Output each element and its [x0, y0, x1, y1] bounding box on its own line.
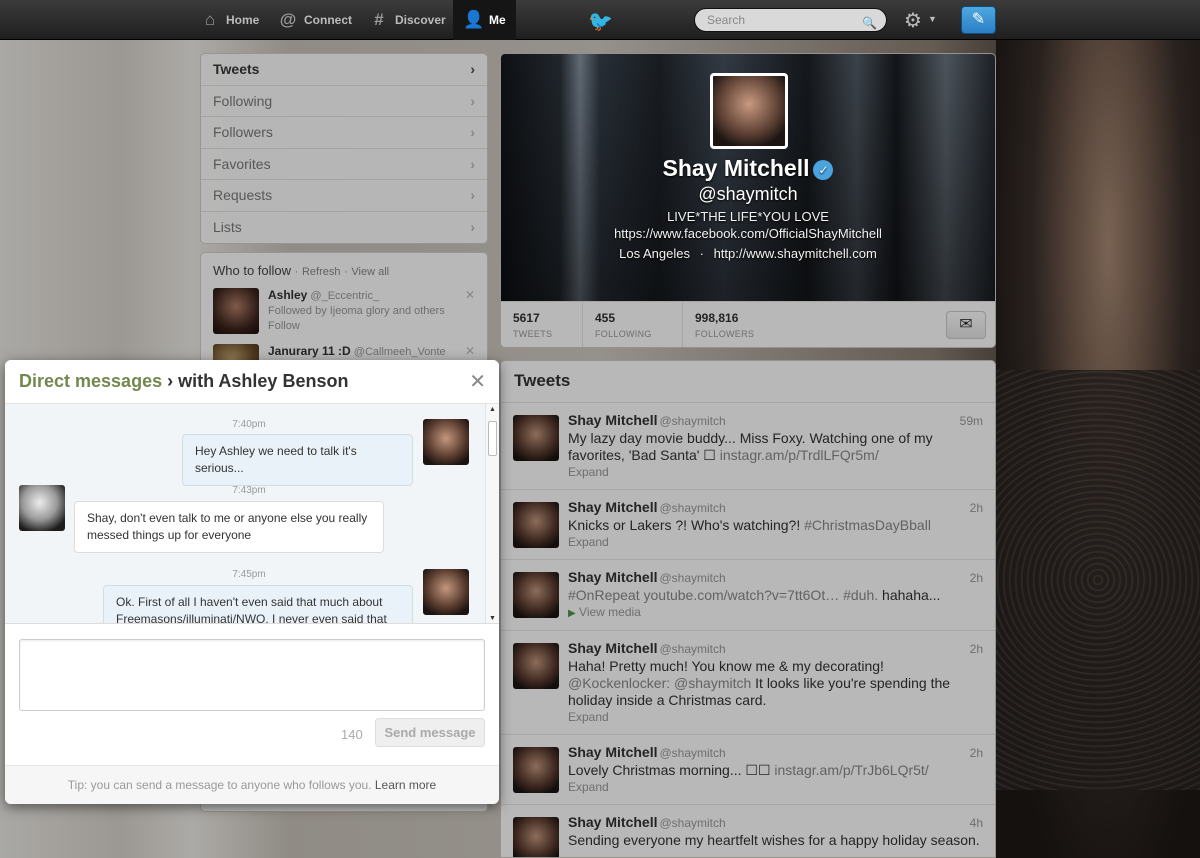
search-input[interactable]: Search 🔍 [694, 8, 887, 32]
hash-icon: # [374, 10, 384, 29]
direct-messages-link[interactable]: Direct messages [19, 371, 162, 391]
message-timestamp: 7:43pm [232, 485, 266, 496]
nav-connect[interactable]: @ Connect [278, 0, 352, 40]
nav-home-label: Home [226, 13, 260, 27]
conversation-scrollbar[interactable]: ▲ ▼ [485, 404, 499, 623]
nav-discover[interactable]: # Discover [369, 0, 446, 40]
profile-name-text: Shay Mitchell [662, 155, 810, 181]
conversation-title: › with Ashley Benson [162, 371, 349, 391]
profile-bio: LIVE*THE LIFE*YOU LOVE https://www.faceb… [501, 208, 995, 242]
message-bubble-sent: Hey Ashley we need to talk it's serious.… [182, 434, 413, 486]
message-bubble-sent: Ok. First of all I haven't even said tha… [103, 585, 413, 623]
profile-handle: @shaymitch [698, 184, 798, 204]
verified-badge-icon: ✓ [813, 160, 834, 180]
top-navigation-bar: ⌂ Home @ Connect # Discover 👤 Me 🐦 Search 🔍 … [0, 0, 1200, 40]
profile-website-link[interactable]: http://www.shaymitchell.com [714, 246, 877, 261]
scrollbar-thumb[interactable] [488, 421, 497, 456]
message-bubble-received: Shay, don't even talk to me or anyone el… [74, 501, 384, 553]
twitter-bird-icon[interactable]: 🐦 [588, 9, 613, 34]
message-timestamp: 7:40pm [232, 419, 266, 430]
dialog-title: Direct messages › with Ashley Benson ✕ [5, 360, 499, 404]
search-placeholder: Search [707, 13, 746, 27]
profile-location: Los Angeles [619, 246, 690, 261]
dialog-footer: Tip: you can send a message to anyone wh… [5, 765, 499, 804]
avatar[interactable] [423, 569, 469, 615]
message-timestamp: 7:45pm [232, 569, 266, 580]
nav-discover-label: Discover [395, 13, 446, 27]
profile-bio-text: LIVE*THE LIFE*YOU LOVE [667, 209, 829, 224]
nav-me[interactable]: 👤 Me [453, 0, 516, 40]
profile-avatar[interactable] [710, 73, 788, 149]
avatar[interactable] [19, 485, 65, 531]
scroll-up-icon[interactable]: ▲ [489, 406, 496, 413]
separator: · [699, 246, 704, 261]
conversation-thread: 7:40pm Hey Ashley we need to talk it's s… [5, 404, 499, 624]
search-icon[interactable]: 🔍 [862, 12, 877, 34]
learn-more-link[interactable]: Learn more [375, 778, 436, 792]
compose-tweet-button[interactable]: ✎ [961, 6, 996, 34]
direct-messages-dialog: Direct messages › with Ashley Benson ✕ 7… [5, 360, 499, 804]
nav-connect-label: Connect [304, 13, 352, 27]
profile-name: Shay Mitchell ✓ [501, 155, 995, 182]
avatar[interactable] [423, 419, 469, 465]
caret-down-icon[interactable]: ▼ [928, 14, 937, 24]
scroll-down-icon[interactable]: ▼ [489, 615, 496, 622]
profile-location-line: Los Angeles · http://www.shaymitchell.co… [501, 246, 995, 261]
message-input[interactable] [19, 639, 485, 711]
person-icon: 👤 [463, 10, 485, 29]
compose-icon: ✎ [971, 11, 986, 28]
gear-icon[interactable]: ⚙ [904, 8, 922, 33]
nav-me-label: Me [489, 13, 506, 27]
at-icon: @ [279, 10, 297, 29]
close-icon[interactable]: ✕ [469, 369, 486, 394]
nav-home[interactable]: ⌂ Home [200, 0, 259, 40]
home-icon: ⌂ [204, 10, 216, 29]
character-counter: 140 [341, 727, 363, 742]
send-message-button[interactable]: Send message [375, 718, 485, 747]
tip-text: Tip: you can send a message to anyone wh… [67, 778, 375, 792]
profile-facebook-link[interactable]: https://www.facebook.com/OfficialShayMit… [614, 226, 882, 241]
